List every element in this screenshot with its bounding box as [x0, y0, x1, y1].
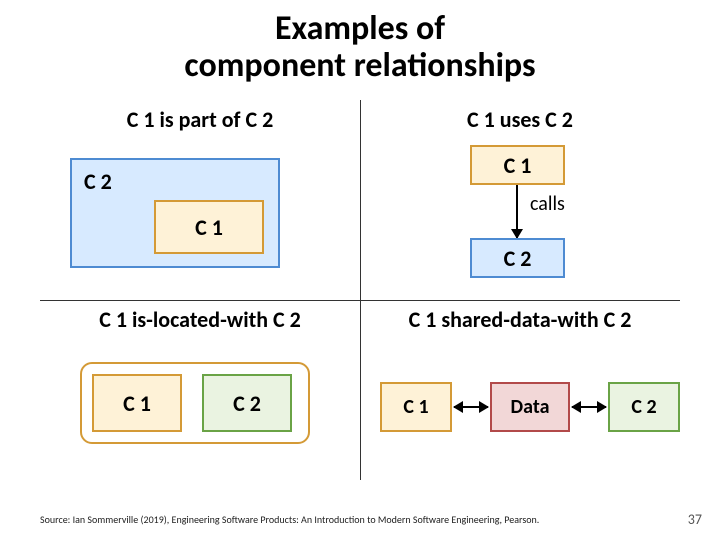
slide-title: Examples of component relationships: [0, 0, 720, 85]
page-number: 37: [688, 511, 702, 528]
nested-c1-box: C 1: [154, 200, 264, 254]
box-c1: C 1: [470, 145, 565, 185]
box-data: Data: [490, 382, 570, 432]
source-citation: Source: Ian Sommerville (2019), Engineer…: [40, 513, 539, 526]
quadrant-title: C 1 is part of C 2: [40, 106, 360, 133]
quadrant-part-of: C 1 is part of C 2 C 2 C 1: [40, 100, 360, 300]
quadrant-title: C 1 uses C 2: [360, 106, 680, 133]
double-arrow-icon: [454, 406, 488, 408]
title-line-2: component relationships: [0, 47, 720, 84]
quadrant-title: C 1 is-located-with C 2: [40, 306, 360, 333]
diagram-grid: C 1 is part of C 2 C 2 C 1 C 1 uses C 2 …: [40, 100, 680, 480]
calls-arrow-icon: [516, 185, 518, 238]
box-c1: C 1: [92, 374, 182, 432]
double-arrow-icon: [572, 406, 606, 408]
box-c2: C 2: [470, 238, 565, 278]
box-c1: C 1: [380, 382, 452, 432]
quadrant-title: C 1 shared-data-with C 2: [360, 306, 680, 333]
title-line-1: Examples of: [0, 10, 720, 47]
box-c2: C 2: [202, 374, 292, 432]
quadrant-located-with: C 1 is-located-with C 2 C 1 C 2: [40, 300, 360, 500]
quadrant-shared-data: C 1 shared-data-with C 2 C 1 Data C 2: [360, 300, 680, 500]
container-c2-box: C 2 C 1: [70, 158, 280, 268]
box-c2: C 2: [608, 382, 680, 432]
label-c2: C 2: [84, 168, 112, 195]
quadrant-uses: C 1 uses C 2 C 1 calls C 2: [360, 100, 680, 300]
edge-label-calls: calls: [530, 192, 565, 216]
